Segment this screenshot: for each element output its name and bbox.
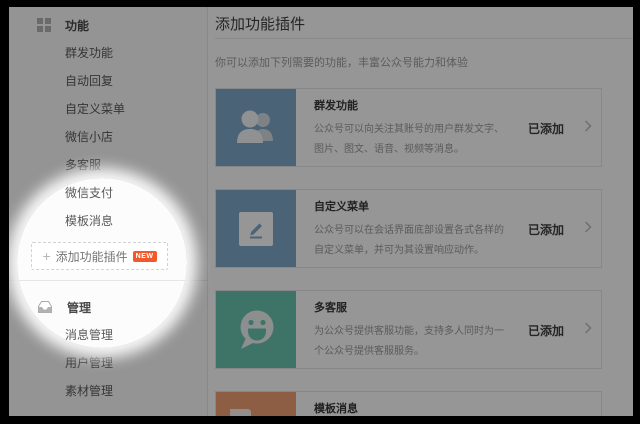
card-title: 自定义菜单 [314,198,369,214]
sidebar-section-label: 功能 [65,17,89,34]
page-subtitle: 你可以添加下列需要的功能，丰富公众号能力和体验 [215,55,633,71]
inbox-icon [37,300,53,314]
mass-message-icon [216,89,296,166]
page-title: 添加功能插件 [215,13,633,34]
new-badge: NEW [133,251,157,262]
page-header: 添加功能插件 [215,7,633,39]
plugin-card-mass-message[interactable]: 群发功能 公众号可以向关注其账号的用户群发文字、图片、图文、语音、视频等消息。 … [215,88,602,167]
add-plugin-button[interactable]: + 添加功能插件 NEW [31,242,168,270]
template-message-icon [216,392,296,416]
plugin-card-list: 群发功能 公众号可以向关注其账号的用户群发文字、图片、图文、语音、视频等消息。 … [215,88,633,416]
smiley-bubble-icon [216,291,296,368]
sidebar-item-wechat-store[interactable]: 微信小店 [9,123,207,151]
main-content: 添加功能插件 你可以添加下列需要的功能，丰富公众号能力和体验 群发功能 公众号可… [209,7,633,416]
sidebar-divider [9,280,207,281]
plugin-card-template-message[interactable]: 模板消息 [215,391,602,416]
plugin-card-custom-menu[interactable]: 自定义菜单 公众号可以在会话界面底部设置各式各样的自定义菜单，并可为其设置响应动… [215,189,602,268]
chevron-right-icon[interactable] [584,120,592,132]
plus-icon: + [42,249,50,263]
sidebar-item-wechat-pay[interactable]: 微信支付 [9,179,207,207]
card-description: 为公众号提供客服功能，支持多人同时为一个公众号提供客服服务。 [314,322,510,362]
pencil-icon [239,212,273,246]
card-status-added: 已添加 [528,120,564,137]
sidebar-item-user-manage[interactable]: 用户管理 [9,349,207,377]
sidebar-item-material-manage[interactable]: 素材管理 [9,377,207,405]
sidebar-item-multi-service[interactable]: 多客服 [9,151,207,179]
card-title: 群发功能 [314,97,358,113]
card-status-added: 已添加 [528,221,564,238]
card-title: 多客服 [314,299,347,315]
sidebar-item-auto-reply[interactable]: 自动回复 [9,67,207,95]
sidebar-item-mass-message[interactable]: 群发功能 [9,39,207,67]
chevron-right-icon[interactable] [584,322,592,334]
sidebar: 功能 群发功能 自动回复 自定义菜单 微信小店 多客服 微信支付 模板消息 + … [9,7,208,416]
add-plugin-label: 添加功能插件 [56,248,128,265]
sidebar-item-template-message[interactable]: 模板消息 [9,207,207,235]
sidebar-section-features: 功能 [9,11,207,39]
page: 功能 群发功能 自动回复 自定义菜单 微信小店 多客服 微信支付 模板消息 + … [9,7,633,416]
sidebar-section-label: 管理 [67,299,91,316]
custom-menu-icon [216,190,296,267]
card-description: 公众号可以在会话界面底部设置各式各样的自定义菜单，并可为其设置响应动作。 [314,221,510,261]
features-grid-icon [37,18,51,32]
card-title: 模板消息 [314,400,358,416]
sidebar-section-manage: 管理 [9,293,207,321]
card-description: 公众号可以向关注其账号的用户群发文字、图片、图文、语音、视频等消息。 [314,120,510,160]
card-status-added: 已添加 [528,322,564,339]
chevron-right-icon[interactable] [584,221,592,233]
sidebar-item-message-manage[interactable]: 消息管理 [9,321,207,349]
sidebar-item-custom-menu[interactable]: 自定义菜单 [9,95,207,123]
plugin-card-multi-service[interactable]: 多客服 为公众号提供客服功能，支持多人同时为一个公众号提供客服服务。 已添加 [215,290,602,369]
